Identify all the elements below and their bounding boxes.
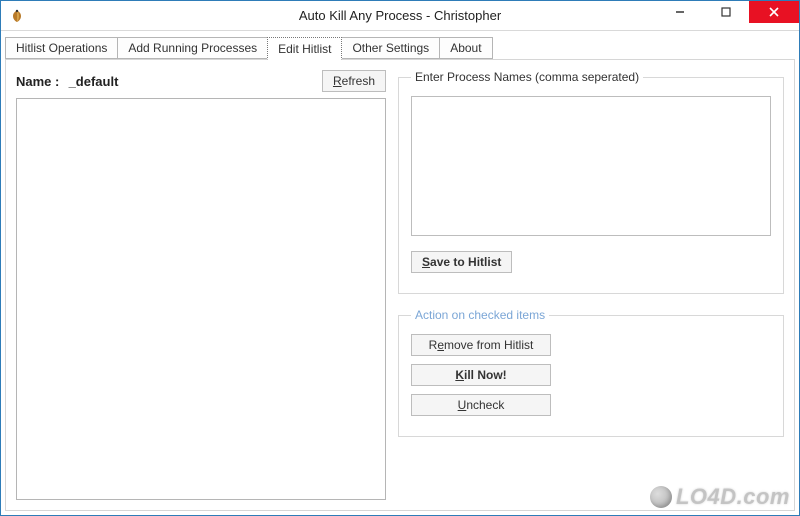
tab-hitlist-operations[interactable]: Hitlist Operations — [5, 37, 118, 59]
client-area: Hitlist Operations Add Running Processes… — [1, 31, 799, 515]
app-icon — [9, 8, 25, 24]
app-window: Auto Kill Any Process - Christopher Hitl… — [0, 0, 800, 516]
maximize-button[interactable] — [703, 1, 749, 23]
save-to-hitlist-button[interactable]: Save to Hitlist — [411, 251, 512, 273]
uncheck-button[interactable]: Uncheck — [411, 394, 551, 416]
tab-other-settings[interactable]: Other Settings — [341, 37, 440, 59]
window-controls — [657, 1, 799, 30]
tab-about[interactable]: About — [439, 37, 492, 59]
close-button[interactable] — [749, 1, 799, 23]
refresh-button-rest: efresh — [342, 74, 375, 88]
refresh-button[interactable]: Refresh — [322, 70, 386, 92]
right-column: Enter Process Names (comma seperated) Sa… — [398, 70, 784, 500]
left-column: Name : _default Refresh — [16, 70, 386, 500]
titlebar[interactable]: Auto Kill Any Process - Christopher — [1, 1, 799, 31]
hitlist-listbox[interactable] — [16, 98, 386, 500]
process-names-textarea[interactable] — [411, 96, 771, 236]
minimize-button[interactable] — [657, 1, 703, 23]
action-on-checked-group: Action on checked items Remove from Hitl… — [398, 308, 784, 437]
tab-edit-hitlist[interactable]: Edit Hitlist — [267, 37, 342, 60]
tabstrip: Hitlist Operations Add Running Processes… — [5, 35, 795, 59]
name-label: Name : — [16, 74, 67, 89]
enter-process-names-legend: Enter Process Names (comma seperated) — [411, 70, 643, 84]
tab-add-running-processes[interactable]: Add Running Processes — [117, 37, 268, 59]
action-on-checked-legend: Action on checked items — [411, 308, 549, 322]
tab-page-edit-hitlist: Name : _default Refresh Enter Process Na… — [5, 59, 795, 511]
kill-now-button[interactable]: Kill Now! — [411, 364, 551, 386]
remove-from-hitlist-button[interactable]: Remove from Hitlist — [411, 334, 551, 356]
enter-process-names-group: Enter Process Names (comma seperated) Sa… — [398, 70, 784, 294]
hitlist-name-value: _default — [69, 74, 119, 89]
name-row: Name : _default Refresh — [16, 70, 386, 92]
